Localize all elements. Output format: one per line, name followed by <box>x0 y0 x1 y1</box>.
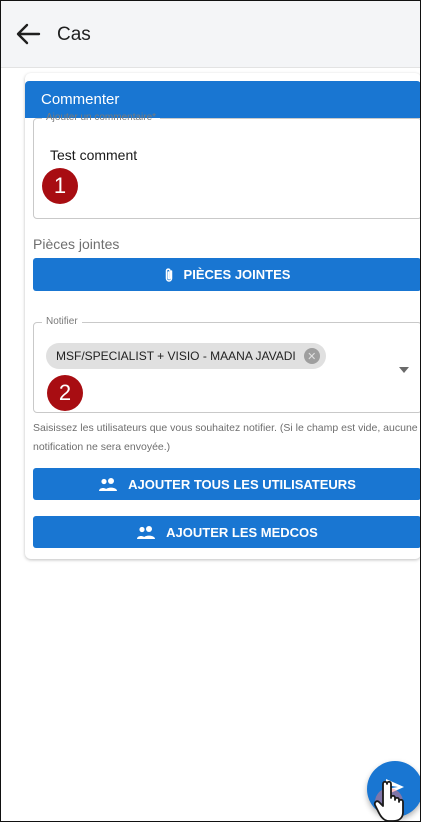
attachments-button-label: PIÈCES JOINTES <box>183 267 291 282</box>
selected-user-chip[interactable]: MSF/SPECIALIST + VISIO - MAANA JAVADI ✕ <box>46 343 326 369</box>
chip-label: MSF/SPECIALIST + VISIO - MAANA JAVADI <box>56 349 296 363</box>
page-title: Cas <box>57 24 91 45</box>
top-app-bar: Cas <box>1 1 420 68</box>
app-frame: Cas Commenter Ajouter un commentaire* Te… <box>0 0 421 822</box>
annotation-badge-1: 1 <box>42 168 78 204</box>
paperclip-icon <box>165 267 172 282</box>
group-icon <box>137 526 156 539</box>
card-title: Commenter <box>41 91 120 108</box>
annotation-badge-2: 2 <box>47 375 83 411</box>
notify-field-label: Notifier <box>46 316 78 327</box>
group-icon <box>99 478 118 491</box>
add-medcos-button[interactable]: AJOUTER LES MEDCOS <box>33 516 420 548</box>
notify-field[interactable]: Notifier MSF/SPECIALIST + VISIO - MAANA … <box>33 316 420 413</box>
comment-card: Commenter Ajouter un commentaire* Test c… <box>25 73 420 559</box>
add-all-users-button[interactable]: AJOUTER TOUS LES UTILISATEURS <box>33 468 420 500</box>
add-medcos-label: AJOUTER LES MEDCOS <box>166 524 318 540</box>
attachments-section-label: Pièces jointes <box>33 236 120 252</box>
chip-delete-icon[interactable]: ✕ <box>303 348 320 364</box>
notify-helper-text: Saisissez les utilisateurs que vous souh… <box>33 422 418 453</box>
dropdown-arrow-icon[interactable] <box>399 367 409 373</box>
attachments-button[interactable]: PIÈCES JOINTES <box>33 258 420 291</box>
comment-input-value[interactable]: Test comment <box>50 147 137 163</box>
add-all-users-label: AJOUTER TOUS LES UTILISATEURS <box>128 476 356 492</box>
hand-pointer-icon <box>373 780 404 821</box>
arrow-left-icon[interactable] <box>15 23 41 45</box>
comment-field-label: Ajouter un commentaire* <box>46 112 157 123</box>
comment-field[interactable]: Ajouter un commentaire* Test comment <box>33 112 420 219</box>
